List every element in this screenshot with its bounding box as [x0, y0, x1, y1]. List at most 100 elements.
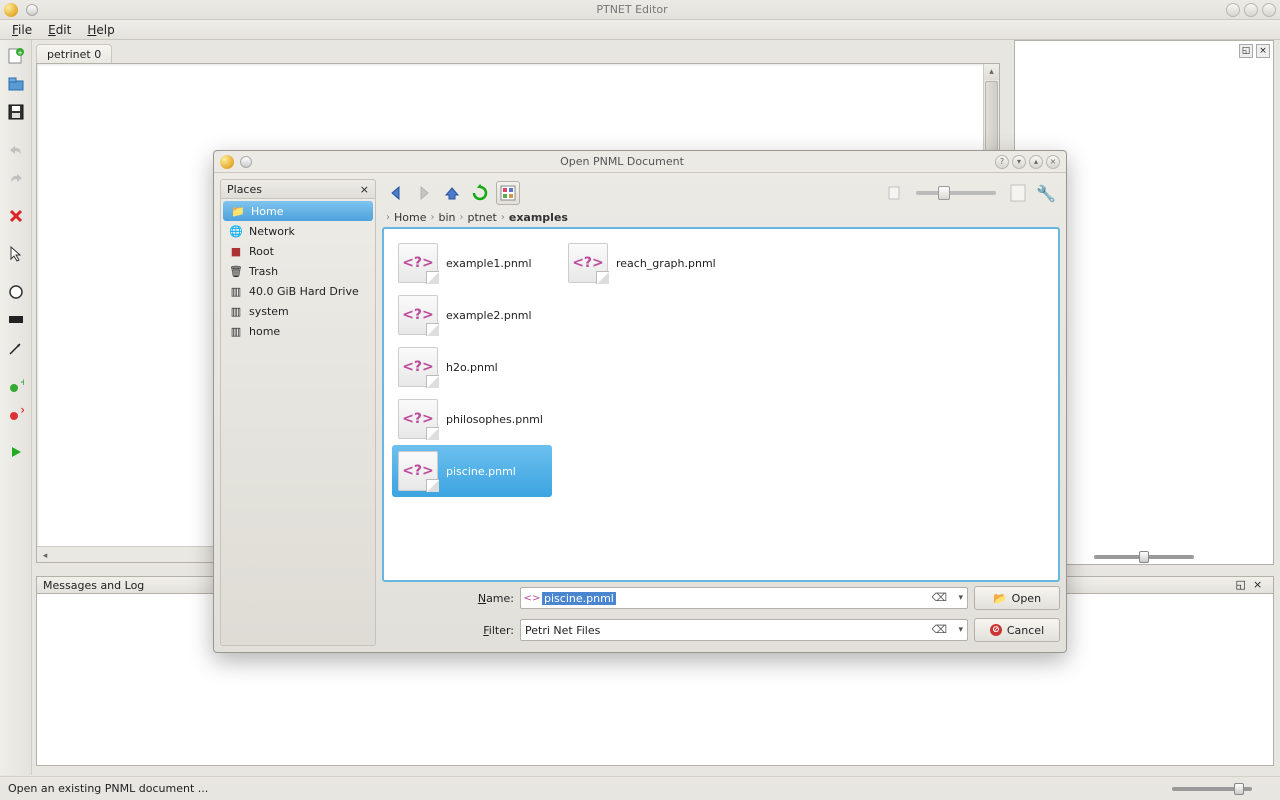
app-icon: [4, 3, 18, 17]
tab-petrinet0[interactable]: petrinet 0: [36, 44, 112, 64]
pnml-file-icon: <?>: [398, 243, 438, 283]
menu-file[interactable]: File: [4, 21, 40, 39]
dialog-max-button[interactable]: ▴: [1029, 155, 1043, 169]
pnml-file-icon: <?>: [398, 295, 438, 335]
dialog-pin-icon[interactable]: [240, 156, 252, 168]
view-icons-button[interactable]: [496, 181, 520, 205]
file-item[interactable]: <?>example2.pnml: [392, 289, 552, 341]
menubar: File Edit Help: [0, 20, 1280, 40]
pnml-file-icon: <?>: [398, 347, 438, 387]
add-token-button[interactable]: +: [4, 374, 28, 398]
dialog-min-button[interactable]: ▾: [1012, 155, 1026, 169]
nav-reload-button[interactable]: [468, 181, 492, 205]
place-drive[interactable]: ▥40.0 GiB Hard Drive: [221, 281, 375, 301]
chevron-right-icon: ›: [430, 212, 434, 223]
minimize-button[interactable]: [1226, 3, 1240, 17]
menu-help[interactable]: Help: [79, 21, 122, 39]
filetype-icon: <>: [525, 591, 539, 605]
svg-text:×: ×: [20, 406, 24, 416]
arc-tool[interactable]: [4, 336, 28, 360]
pin-icon[interactable]: [26, 4, 38, 16]
root-folder-icon: ■: [229, 244, 243, 258]
nav-back-button[interactable]: [384, 181, 408, 205]
breadcrumb: › Home › bin › ptnet › examples: [382, 207, 1060, 227]
places-close-icon[interactable]: ×: [360, 183, 369, 196]
file-item[interactable]: <?>h2o.pnml: [392, 341, 552, 393]
window-title: PTNET Editor: [38, 3, 1226, 16]
name-label: Name:: [382, 592, 514, 605]
pnml-file-icon: <?>: [398, 399, 438, 439]
cursor-tool[interactable]: [4, 242, 28, 266]
filter-input[interactable]: Petri Net Files ⌫ ▾: [520, 619, 968, 641]
cancel-icon: ⊘: [990, 624, 1002, 636]
dropdown-icon[interactable]: ▾: [958, 625, 963, 635]
drive-icon: ▥: [229, 284, 243, 298]
place-root[interactable]: ■Root: [221, 241, 375, 261]
save-doc-button[interactable]: [4, 100, 28, 124]
cancel-button[interactable]: ⊘Cancel: [974, 618, 1060, 642]
nav-up-button[interactable]: [440, 181, 464, 205]
document-tabs: petrinet 0: [36, 42, 112, 64]
file-item[interactable]: <?>example1.pnml: [392, 237, 552, 289]
name-input[interactable]: <> piscine.pnml ⌫ ▾: [520, 587, 968, 609]
undo-button[interactable]: [4, 138, 28, 162]
status-zoom-slider[interactable]: [1172, 787, 1252, 791]
new-doc-button[interactable]: +: [4, 44, 28, 68]
dropdown-icon[interactable]: ▾: [958, 593, 963, 603]
network-icon: 🌐: [229, 224, 243, 238]
open-icon: 📂: [993, 592, 1007, 605]
place-home[interactable]: 📁Home: [223, 201, 373, 221]
crumb-examples[interactable]: examples: [509, 211, 568, 224]
clear-input-icon[interactable]: ⌫: [931, 591, 947, 604]
open-doc-button[interactable]: [4, 72, 28, 96]
panel-close-button[interactable]: ×: [1256, 44, 1270, 58]
messages-float-button[interactable]: ◱: [1236, 578, 1250, 592]
maximize-button[interactable]: [1244, 3, 1258, 17]
dialog-titlebar[interactable]: Open PNML Document ? ▾ ▴ ×: [214, 151, 1066, 173]
nav-forward-button[interactable]: [412, 181, 436, 205]
redo-button[interactable]: [4, 166, 28, 190]
svg-text:+: +: [17, 49, 23, 57]
dialog-close-button[interactable]: ×: [1046, 155, 1060, 169]
small-icons-button[interactable]: [882, 181, 906, 205]
navigation-toolbar: 🔧: [382, 179, 1060, 207]
remove-token-button[interactable]: ×: [4, 402, 28, 426]
run-button[interactable]: [4, 440, 28, 464]
panel-zoom-slider[interactable]: [1094, 555, 1194, 559]
place-system[interactable]: ▥system: [221, 301, 375, 321]
drive-icon: ▥: [229, 324, 243, 338]
name-input-value: piscine.pnml: [542, 592, 616, 605]
menu-edit[interactable]: Edit: [40, 21, 79, 39]
place-home2[interactable]: ▥home: [221, 321, 375, 341]
pnml-file-icon: <?>: [398, 451, 438, 491]
delete-button[interactable]: [4, 204, 28, 228]
place-trash[interactable]: 🗑Trash: [221, 261, 375, 281]
crumb-bin[interactable]: bin: [438, 211, 455, 224]
crumb-ptnet[interactable]: ptnet: [468, 211, 497, 224]
dialog-app-icon: [220, 155, 234, 169]
chevron-right-icon: ›: [501, 212, 505, 223]
trash-icon: 🗑: [229, 264, 243, 278]
place-network[interactable]: 🌐Network: [221, 221, 375, 241]
large-icons-button[interactable]: [1006, 181, 1030, 205]
messages-close-button[interactable]: ×: [1253, 578, 1267, 592]
file-list[interactable]: <?>example1.pnml <?>example2.pnml <?>h2o…: [382, 227, 1060, 582]
window-titlebar: PTNET Editor: [0, 0, 1280, 20]
settings-button[interactable]: 🔧: [1034, 181, 1058, 205]
home-folder-icon: 📁: [231, 204, 245, 218]
file-item[interactable]: <?>philosophes.pnml: [392, 393, 552, 445]
place-tool[interactable]: [4, 280, 28, 304]
file-item[interactable]: <?>reach_graph.pnml: [562, 237, 722, 289]
chevron-right-icon: ›: [460, 212, 464, 223]
icon-size-slider[interactable]: [916, 191, 996, 195]
close-button[interactable]: [1262, 3, 1276, 17]
clear-input-icon[interactable]: ⌫: [931, 623, 947, 636]
places-panel: Places × 📁Home 🌐Network ■Root 🗑Trash ▥40…: [220, 179, 376, 646]
open-button[interactable]: 📂Open: [974, 586, 1060, 610]
dialog-help-button[interactable]: ?: [995, 155, 1009, 169]
filter-value: Petri Net Files: [525, 624, 600, 637]
transition-tool[interactable]: [4, 308, 28, 332]
panel-float-button[interactable]: ◱: [1239, 44, 1253, 58]
file-item-selected[interactable]: <?>piscine.pnml: [392, 445, 552, 497]
crumb-home[interactable]: Home: [394, 211, 426, 224]
